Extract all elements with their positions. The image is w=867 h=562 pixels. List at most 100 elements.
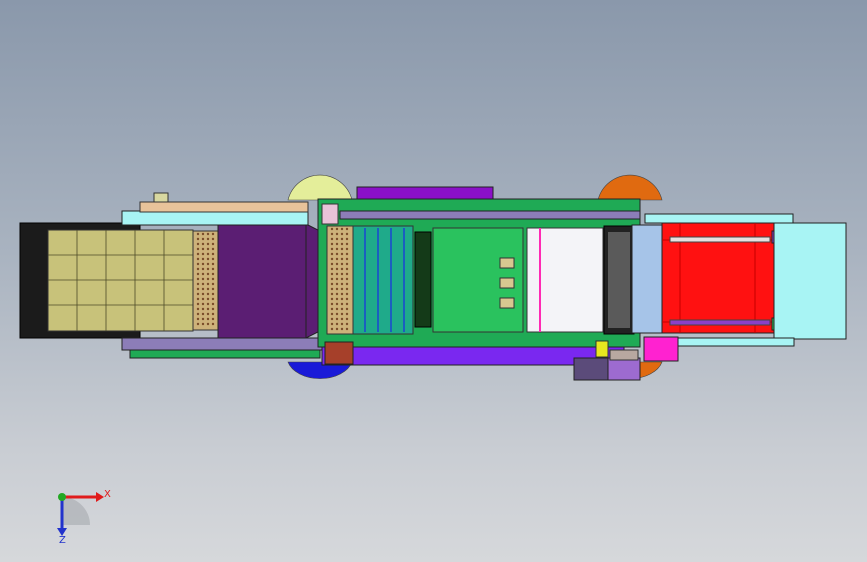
mesh-dot — [340, 302, 344, 306]
mesh-dot — [206, 272, 210, 276]
tan-rail-top — [139, 201, 309, 213]
central-section — [317, 186, 663, 381]
mesh-dot — [330, 272, 334, 276]
orange-wheel-top — [597, 174, 663, 201]
mesh-dot — [330, 242, 334, 246]
mesh-dot — [330, 297, 334, 301]
mesh-dot — [335, 257, 339, 261]
mesh-dot — [340, 282, 344, 286]
mesh-dot — [201, 252, 205, 256]
mesh-dot — [335, 247, 339, 251]
mesh-dot — [330, 327, 334, 331]
green-strip-bottom — [129, 349, 321, 359]
cyan-box-right — [773, 222, 847, 340]
mesh-dot — [330, 282, 334, 286]
mesh-dot — [211, 267, 215, 271]
mesh-dot — [345, 242, 349, 246]
small-tab-top — [321, 203, 339, 225]
mesh-dot — [345, 237, 349, 241]
mesh-dot — [345, 317, 349, 321]
mesh-dot — [196, 302, 200, 306]
mesh-dot — [201, 312, 205, 316]
mesh-dot — [206, 257, 210, 261]
mesh-dot — [201, 317, 205, 321]
mesh-dot — [335, 317, 339, 321]
mesh-dot — [201, 307, 205, 311]
mesh-dot — [211, 287, 215, 291]
feed-section — [19, 192, 323, 359]
mesh-dot — [345, 282, 349, 286]
mesh-dot — [340, 297, 344, 301]
mesh-dot — [345, 227, 349, 231]
mesh-dot — [206, 302, 210, 306]
mesh-dot — [201, 287, 205, 291]
mesh-dot — [196, 277, 200, 281]
cad-viewport[interactable]: X Z — [0, 0, 867, 562]
mesh-dot — [211, 282, 215, 286]
mesh-dot — [340, 327, 344, 331]
mesh-dot — [345, 267, 349, 271]
mesh-dot — [211, 312, 215, 316]
mesh-dot — [340, 242, 344, 246]
mesh-dot — [335, 242, 339, 246]
mesh-dot — [211, 257, 215, 261]
mesh-dot — [201, 237, 205, 241]
mesh-dot — [211, 277, 215, 281]
mesh-dot — [196, 322, 200, 326]
mesh-dot — [330, 257, 334, 261]
mesh-dot — [335, 312, 339, 316]
mesh-dot — [211, 302, 215, 306]
mesh-dot — [211, 297, 215, 301]
mesh-dot — [330, 302, 334, 306]
mesh-dot — [201, 297, 205, 301]
mesh-dot — [340, 322, 344, 326]
mesh-dot — [345, 252, 349, 256]
mesh-dot — [340, 277, 344, 281]
mesh-dot — [345, 292, 349, 296]
purple-panel-taper — [305, 223, 319, 339]
mesh-dot — [340, 317, 344, 321]
mesh-dot — [196, 242, 200, 246]
yellow-part — [595, 340, 609, 358]
mesh-dot — [345, 297, 349, 301]
mesh-dot — [335, 292, 339, 296]
mesh-dot — [345, 262, 349, 266]
light-blue-block — [631, 224, 663, 334]
mesh-dot — [201, 232, 205, 236]
roller-knobs — [499, 257, 515, 309]
axis-triad-shadow — [62, 497, 90, 525]
mesh-dot — [335, 237, 339, 241]
rust-block — [324, 341, 354, 365]
mesh-dot — [330, 262, 334, 266]
mesh-dot — [340, 252, 344, 256]
mesh-dot — [206, 252, 210, 256]
magenta-block — [643, 336, 679, 362]
mesh-dot — [196, 317, 200, 321]
mesh-dot — [330, 227, 334, 231]
mesh-dot — [335, 277, 339, 281]
mesh-dot — [196, 272, 200, 276]
mesh-dot — [211, 242, 215, 246]
mesh-dot — [340, 257, 344, 261]
mesh-dot — [206, 312, 210, 316]
mesh-dot — [345, 307, 349, 311]
mesh-dot — [340, 247, 344, 251]
mesh-dot — [345, 257, 349, 261]
mesh-dot — [201, 247, 205, 251]
mesh-dot — [201, 322, 205, 326]
z-axis-label: Z — [59, 535, 66, 546]
dark-roller — [414, 231, 432, 328]
mesh-dot — [206, 282, 210, 286]
mesh-dot — [196, 297, 200, 301]
mesh-dot — [340, 272, 344, 276]
mesh-dot — [330, 312, 334, 316]
mesh-dot — [345, 232, 349, 236]
mesh-dot — [211, 232, 215, 236]
mesh-dot — [196, 252, 200, 256]
mesh-dot — [340, 227, 344, 231]
mesh-dot — [345, 277, 349, 281]
mesh-dot — [330, 277, 334, 281]
mesh-dot — [201, 272, 205, 276]
mesh-dot — [335, 252, 339, 256]
x-axis-arrow — [96, 492, 104, 502]
